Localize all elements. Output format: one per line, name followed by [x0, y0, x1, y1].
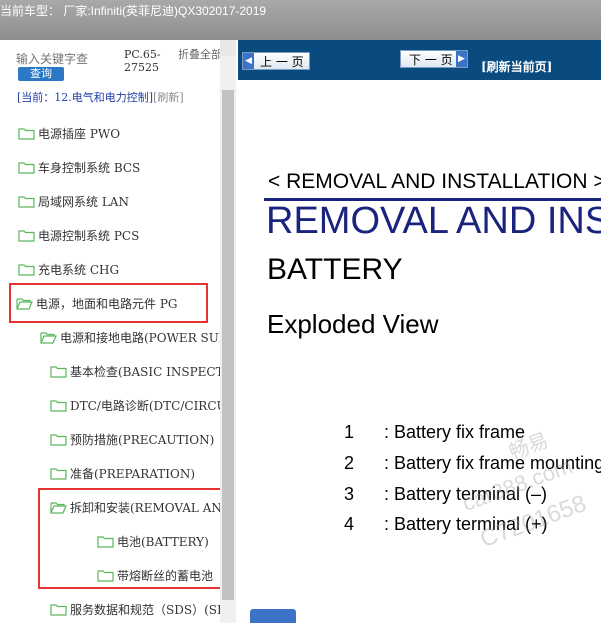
part-number: 4 — [344, 514, 355, 534]
current-section-label: [当前：12.电气和电力控制][刷新] — [17, 91, 217, 104]
folder-icon — [18, 195, 35, 208]
tree-item-label: 预防措施(PRECAUTION) — [70, 432, 215, 447]
tree-item-chg[interactable]: 充电系统 CHG — [18, 258, 218, 280]
tree-item-pcs[interactable]: 电源控制系统 PCS — [18, 224, 218, 246]
arrow-left-icon: ◀ — [243, 53, 254, 69]
refresh-page-link[interactable]: [刷新当前页] — [481, 58, 552, 75]
prev-page-button[interactable]: ◀ 上 一 页 — [242, 52, 310, 70]
doc-breadcrumb: < REMOVAL AND INSTALLATION > — [268, 170, 601, 193]
folder-icon — [50, 365, 67, 378]
part-description: : Battery fix frame — [384, 422, 526, 442]
tree-item-label: 服务数据和规范（SDS）(SERVICE — [70, 602, 220, 617]
folder-icon — [50, 603, 67, 616]
tree-item-label: 车身控制系统 BCS — [38, 160, 141, 175]
tree-item-pwo[interactable]: 电源插座 PWO — [18, 122, 218, 144]
part-number: 3 — [344, 484, 355, 504]
folder-icon — [50, 433, 67, 446]
tree-item-label: 准备(PREPARATION) — [70, 466, 195, 481]
tree-item-dtc-circuit[interactable]: DTC/电路诊断(DTC/CIRCUIT — [50, 394, 220, 416]
folder-icon — [18, 229, 35, 242]
tree-item-label: 局域网系统 LAN — [38, 194, 129, 209]
search-input[interactable] — [16, 50, 120, 68]
scroll-top-button[interactable] — [250, 609, 296, 623]
current-vehicle-title: 当前车型： 厂家:Infiniti(英菲尼迪)QX302017-2019 — [0, 4, 267, 18]
doc-subheading: BATTERY — [267, 253, 403, 286]
collapse-all-link[interactable]: 折叠全部 — [178, 48, 224, 61]
doc-section-title: Exploded View — [267, 309, 439, 339]
next-page-label: 下 一 页 — [409, 52, 453, 67]
tree-item-lan[interactable]: 局域网系统 LAN — [18, 190, 218, 212]
highlight-box-removal — [38, 488, 230, 589]
scroll-thumb[interactable] — [222, 90, 234, 600]
prev-page-label: 上 一 页 — [260, 54, 304, 69]
part-number: 1 — [344, 422, 355, 442]
tree-item-power-supply[interactable]: 电源和接地电路(POWER SUPPLY — [40, 326, 220, 348]
tree-item-label: 电源控制系统 PCS — [38, 228, 140, 243]
tree-item-sds[interactable]: 服务数据和规范（SDS）(SERVICE — [50, 598, 220, 620]
folder-icon — [18, 263, 35, 276]
tree-item-preparation[interactable]: 准备(PREPARATION) — [50, 462, 220, 484]
tree-item-basic-inspection[interactable]: 基本检查(BASIC INSPECTION) — [50, 360, 220, 382]
current-section-text: [当前：12.电气和电力控制] — [17, 91, 154, 104]
tree-item-label: 电源和接地电路(POWER SUPPLY — [60, 330, 220, 345]
highlight-box-pg — [9, 283, 208, 323]
tree-item-label: 基本检查(BASIC INSPECTION) — [70, 364, 220, 379]
tree-item-bcs[interactable]: 车身控制系统 BCS — [18, 156, 218, 178]
tree-item-label: 电源插座 PWO — [38, 126, 121, 141]
tree-item-label: DTC/电路诊断(DTC/CIRCUIT — [70, 398, 220, 413]
sidebar-scrollbar[interactable] — [220, 40, 236, 623]
refresh-tree-link[interactable]: [刷新] — [153, 91, 184, 104]
folder-icon — [50, 467, 67, 480]
document-panel: ◀ 上 一 页 下 一 页 ▶ [刷新当前页] < REMOVAL AND IN… — [238, 40, 601, 623]
folder-icon — [18, 161, 35, 174]
pc-code-label: PC.65-27525 — [124, 48, 161, 74]
folder-icon — [18, 127, 35, 140]
tree-item-label: 充电系统 CHG — [38, 262, 120, 277]
scroll-up-arrow-icon[interactable] — [220, 40, 236, 56]
navigation-panel: 查询 PC.65-27525 折叠全部 [当前：12.电气和电力控制][刷新] … — [0, 40, 238, 623]
folder-open-icon — [40, 331, 57, 344]
arrow-right-icon: ▶ — [456, 51, 467, 67]
page-nav-bar: ◀ 上 一 页 下 一 页 ▶ [刷新当前页] — [238, 40, 601, 80]
tree-item-precaution[interactable]: 预防措施(PRECAUTION) — [50, 428, 220, 450]
doc-heading: REMOVAL AND INSTALLATION — [266, 200, 601, 242]
part-number: 2 — [344, 453, 355, 473]
app-header: 当前车型： 厂家:Infiniti(英菲尼迪)QX302017-2019 — [0, 0, 601, 40]
next-page-button[interactable]: 下 一 页 ▶ — [400, 50, 468, 68]
search-button[interactable]: 查询 — [18, 67, 64, 81]
folder-icon — [50, 399, 67, 412]
